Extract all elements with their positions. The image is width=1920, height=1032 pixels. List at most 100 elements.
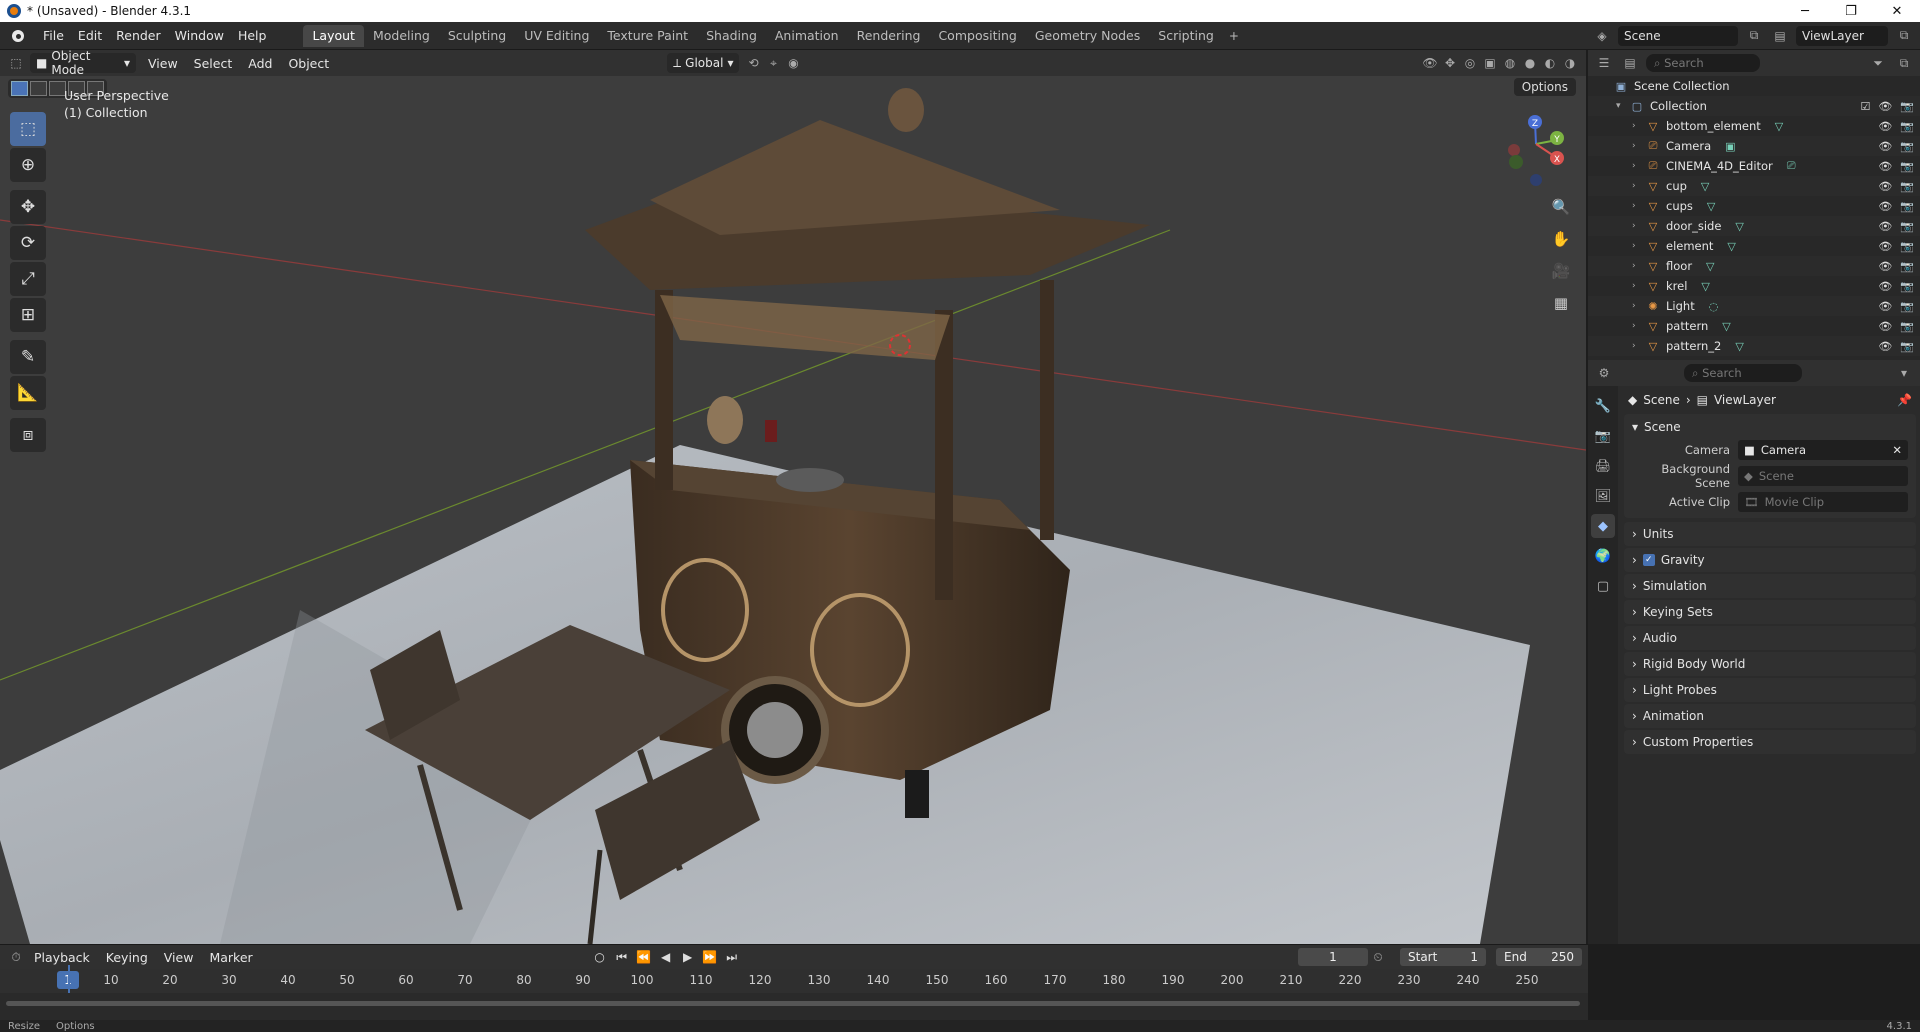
xray-icon[interactable]: ▣: [1480, 53, 1500, 73]
panel-gravity[interactable]: › ✓ Gravity: [1624, 548, 1916, 572]
mesh-data-icon[interactable]: ▽: [1735, 220, 1743, 233]
pan-hand-icon[interactable]: ✋: [1546, 226, 1576, 252]
outliner-row-cup[interactable]: › ▽ cup ▽ 👁 📷: [1588, 176, 1920, 196]
tab-uv-editing[interactable]: UV Editing: [515, 25, 598, 47]
select-box-tool-icon[interactable]: ⬚: [10, 112, 46, 146]
filter-icon[interactable]: ⏷: [1868, 53, 1888, 73]
select-extend-icon[interactable]: [30, 80, 47, 96]
render-camera-icon[interactable]: 📷: [1900, 120, 1914, 133]
tab-modeling[interactable]: Modeling: [364, 25, 439, 47]
eye-icon[interactable]: 👁: [1878, 300, 1892, 313]
tab-shading[interactable]: Shading: [697, 25, 766, 47]
eye-icon[interactable]: 👁: [1878, 100, 1892, 113]
render-camera-icon[interactable]: 📷: [1900, 140, 1914, 153]
panel-units[interactable]: › Units: [1624, 522, 1916, 546]
tab-rendering[interactable]: Rendering: [848, 25, 930, 47]
wireframe-shading-icon[interactable]: ◍: [1500, 53, 1520, 73]
eye-icon[interactable]: 👁: [1878, 240, 1892, 253]
camera-field[interactable]: ■ Camera ✕: [1738, 440, 1908, 460]
gizmo-toggle-icon[interactable]: ✥: [1440, 53, 1460, 73]
menu-view[interactable]: View: [140, 56, 186, 71]
menu-add[interactable]: Add: [240, 56, 280, 71]
proportional-edit-icon[interactable]: ◉: [783, 53, 803, 73]
tab-layout[interactable]: Layout: [303, 24, 364, 47]
render-camera-icon[interactable]: 📷: [1900, 280, 1914, 293]
record-icon[interactable]: ○: [591, 950, 609, 965]
rendered-shading-icon[interactable]: ◑: [1560, 53, 1580, 73]
next-keyframe-icon[interactable]: ⏩: [701, 950, 719, 965]
outliner-row-pattern[interactable]: › ▽ pattern ▽ 👁 📷: [1588, 316, 1920, 336]
current-frame-field[interactable]: 1: [1298, 948, 1368, 966]
options-dropdown[interactable]: Options: [1513, 78, 1576, 96]
world-tab-icon[interactable]: 🌍: [1591, 544, 1615, 568]
scene-panel-header[interactable]: ▾ Scene: [1632, 420, 1908, 434]
display-mode-icon[interactable]: ▤: [1620, 53, 1640, 73]
chevron-right-icon[interactable]: ›: [1632, 301, 1644, 311]
eye-icon[interactable]: 👁: [1878, 160, 1892, 173]
active-clip-field[interactable]: 🎞 Movie Clip: [1738, 492, 1908, 512]
chevron-right-icon[interactable]: ›: [1632, 221, 1644, 231]
outliner-row-floor[interactable]: › ▽ floor ▽ 👁 📷: [1588, 256, 1920, 276]
eye-icon[interactable]: 👁: [1878, 200, 1892, 213]
mesh-data-icon[interactable]: ▽: [1722, 320, 1730, 333]
zoom-icon[interactable]: 🔍: [1546, 194, 1576, 220]
annotate-tool-icon[interactable]: ✎: [10, 340, 46, 374]
clock-icon[interactable]: ⏱: [6, 947, 26, 967]
render-camera-icon[interactable]: 📷: [1900, 200, 1914, 213]
outliner-row-light[interactable]: › ✺ Light ◌ 👁 📷: [1588, 296, 1920, 316]
mesh-data-icon[interactable]: ▽: [1707, 200, 1715, 213]
properties-editor-icon[interactable]: ⚙: [1594, 363, 1614, 383]
menu-help[interactable]: Help: [231, 25, 274, 47]
scene-field[interactable]: Scene: [1618, 25, 1738, 46]
pivot-icon[interactable]: ⟲: [743, 53, 763, 73]
collection-tab-icon[interactable]: ▢: [1591, 574, 1615, 598]
outliner-row-krel[interactable]: › ▽ krel ▽ 👁 📷: [1588, 276, 1920, 296]
add-workspace-button[interactable]: +: [1223, 25, 1245, 47]
material-shading-icon[interactable]: ◐: [1540, 53, 1560, 73]
outliner-row-cinema-4d-editor[interactable]: › ⎚ CINEMA_4D_Editor ⎚ 👁 📷: [1588, 156, 1920, 176]
outliner-row-element[interactable]: › ▽ element ▽ 👁 📷: [1588, 236, 1920, 256]
properties-search-input[interactable]: ⌕ Search: [1684, 364, 1802, 382]
menu-window[interactable]: Window: [168, 25, 231, 47]
render-camera-icon[interactable]: 📷: [1900, 340, 1914, 353]
menu-object[interactable]: Object: [280, 56, 337, 71]
chevron-down-icon[interactable]: ▾: [1894, 363, 1914, 383]
scene-icon[interactable]: ◈: [1592, 26, 1612, 46]
clear-icon[interactable]: ✕: [1892, 443, 1902, 457]
new-collection-icon[interactable]: ⧉: [1894, 53, 1914, 73]
chevron-right-icon[interactable]: ›: [1632, 141, 1644, 151]
chevron-right-icon[interactable]: ›: [1632, 121, 1644, 131]
light-data-icon[interactable]: ◌: [1709, 300, 1719, 313]
mesh-data-icon[interactable]: ▽: [1727, 240, 1735, 253]
measure-tool-icon[interactable]: 📐: [10, 376, 46, 410]
mesh-data-icon[interactable]: ▽: [1701, 280, 1709, 293]
timeline-scrollbar[interactable]: [6, 1001, 1580, 1006]
menu-render[interactable]: Render: [109, 25, 168, 47]
tab-compositing[interactable]: Compositing: [929, 25, 1025, 47]
eye-icon[interactable]: 👁: [1878, 320, 1892, 333]
play-icon[interactable]: ▶: [679, 950, 697, 965]
play-reverse-icon[interactable]: ◀: [657, 950, 675, 965]
gravity-checkbox[interactable]: ✓: [1642, 554, 1655, 566]
eye-icon[interactable]: 👁: [1878, 180, 1892, 193]
background-scene-field[interactable]: ◆ Scene: [1738, 466, 1908, 486]
panel-animation[interactable]: › Animation: [1624, 704, 1916, 728]
outliner-row-cups[interactable]: › ▽ cups ▽ 👁 📷: [1588, 196, 1920, 216]
output-tab-icon[interactable]: 🖨: [1591, 454, 1615, 478]
jump-end-icon[interactable]: ⏭: [723, 950, 741, 965]
checkbox-icon[interactable]: ☑: [1860, 100, 1870, 113]
panel-light-probes[interactable]: › Light Probes: [1624, 678, 1916, 702]
mesh-data-icon[interactable]: ▽: [1735, 340, 1743, 353]
outliner-row-camera[interactable]: › ⎚ Camera ▣ 👁 📷: [1588, 136, 1920, 156]
outliner-row-bottom-element[interactable]: › ▽ bottom_element ▽ 👁 📷: [1588, 116, 1920, 136]
eye-icon[interactable]: 👁: [1878, 280, 1892, 293]
menu-timeline-view[interactable]: View: [156, 950, 202, 965]
chevron-right-icon[interactable]: ›: [1632, 161, 1644, 171]
tab-geometry-nodes[interactable]: Geometry Nodes: [1026, 25, 1149, 47]
render-camera-icon[interactable]: 📷: [1900, 180, 1914, 193]
editor-type-icon[interactable]: ⬚: [6, 53, 26, 73]
render-tab-icon[interactable]: 📷: [1591, 424, 1615, 448]
camera-data-icon[interactable]: ▣: [1725, 140, 1735, 153]
maximize-button[interactable]: ❐: [1828, 0, 1874, 22]
outliner-row-scene-collection[interactable]: ▣ Scene Collection: [1588, 76, 1920, 96]
